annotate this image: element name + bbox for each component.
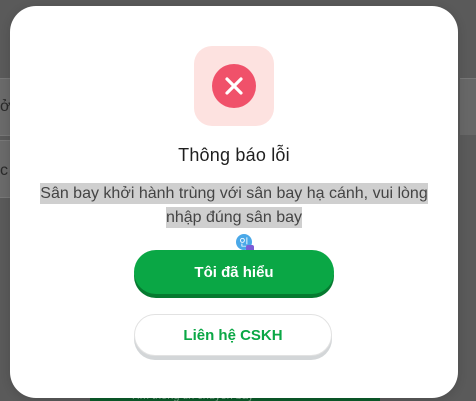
error-icon-container bbox=[194, 46, 274, 126]
contact-support-button[interactable]: Liên hệ CSKH bbox=[134, 314, 332, 356]
error-dialog: Thông báo lỗi Sân bay khởi hành trùng vớ… bbox=[10, 6, 458, 398]
error-message: Sân bay khởi hành trùng với sân bay hạ c… bbox=[24, 182, 444, 230]
background-text-fragment: c bbox=[0, 162, 8, 179]
understood-button[interactable]: Tôi đã hiểu bbox=[134, 250, 334, 294]
error-x-circle-icon bbox=[212, 64, 256, 108]
error-message-line-2: nhập đúng sân bay bbox=[165, 207, 303, 228]
modal-overlay[interactable]: ởi c Tìm thông tin chuyến bay Thông báo … bbox=[0, 0, 476, 401]
background-field bbox=[460, 78, 476, 135]
error-message-line-1: Sân bay khởi hành trùng với sân bay hạ c… bbox=[40, 183, 428, 204]
dialog-title: Thông báo lỗi bbox=[178, 145, 290, 165]
